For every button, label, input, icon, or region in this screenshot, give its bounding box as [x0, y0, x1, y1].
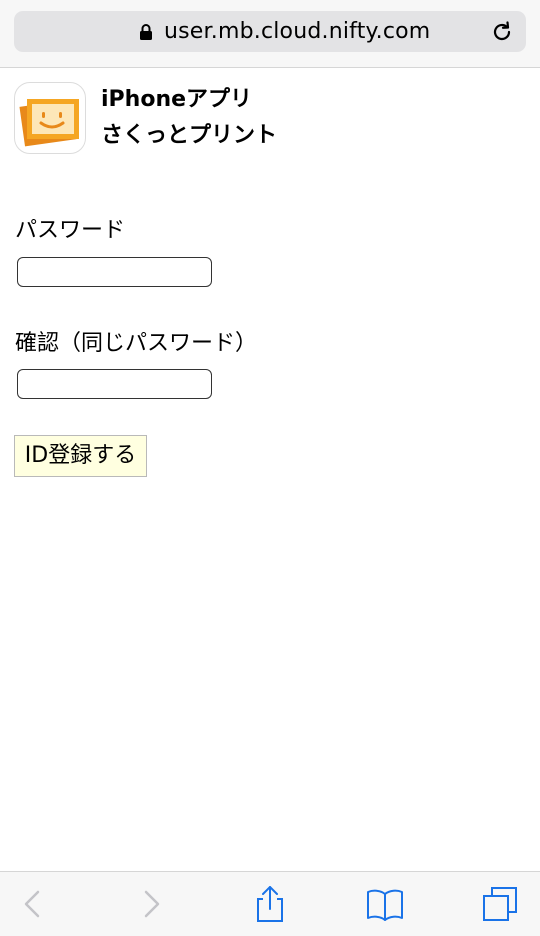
tabs-icon[interactable]	[480, 884, 520, 924]
smiley-photo-icon	[14, 82, 86, 154]
password-label: パスワード	[15, 218, 126, 243]
forward-icon[interactable]	[132, 884, 172, 924]
register-id-button[interactable]: ID登録する	[14, 435, 147, 477]
confirm-password-label: 確認（同じパスワード）	[15, 331, 258, 356]
app-name-line2: さくっとプリント	[101, 123, 278, 148]
back-icon[interactable]	[12, 884, 52, 924]
url-field[interactable]: user.mb.cloud.nifty.com	[14, 11, 526, 52]
share-icon[interactable]	[250, 884, 290, 924]
reload-icon[interactable]	[490, 20, 514, 44]
browser-toolbar	[0, 871, 540, 936]
app-header: iPhoneアプリ さくっとプリント	[14, 82, 414, 156]
url-text: user.mb.cloud.nifty.com	[164, 19, 431, 44]
screen: user.mb.cloud.nifty.com iPhoneアプリ さくっとプリ…	[0, 0, 540, 936]
app-name-line1: iPhoneアプリ	[101, 87, 253, 112]
bookmarks-icon[interactable]	[365, 884, 405, 924]
confirm-password-input[interactable]	[17, 369, 212, 399]
password-input[interactable]	[17, 257, 212, 287]
lock-icon	[140, 24, 152, 40]
browser-address-bar: user.mb.cloud.nifty.com	[0, 0, 540, 68]
